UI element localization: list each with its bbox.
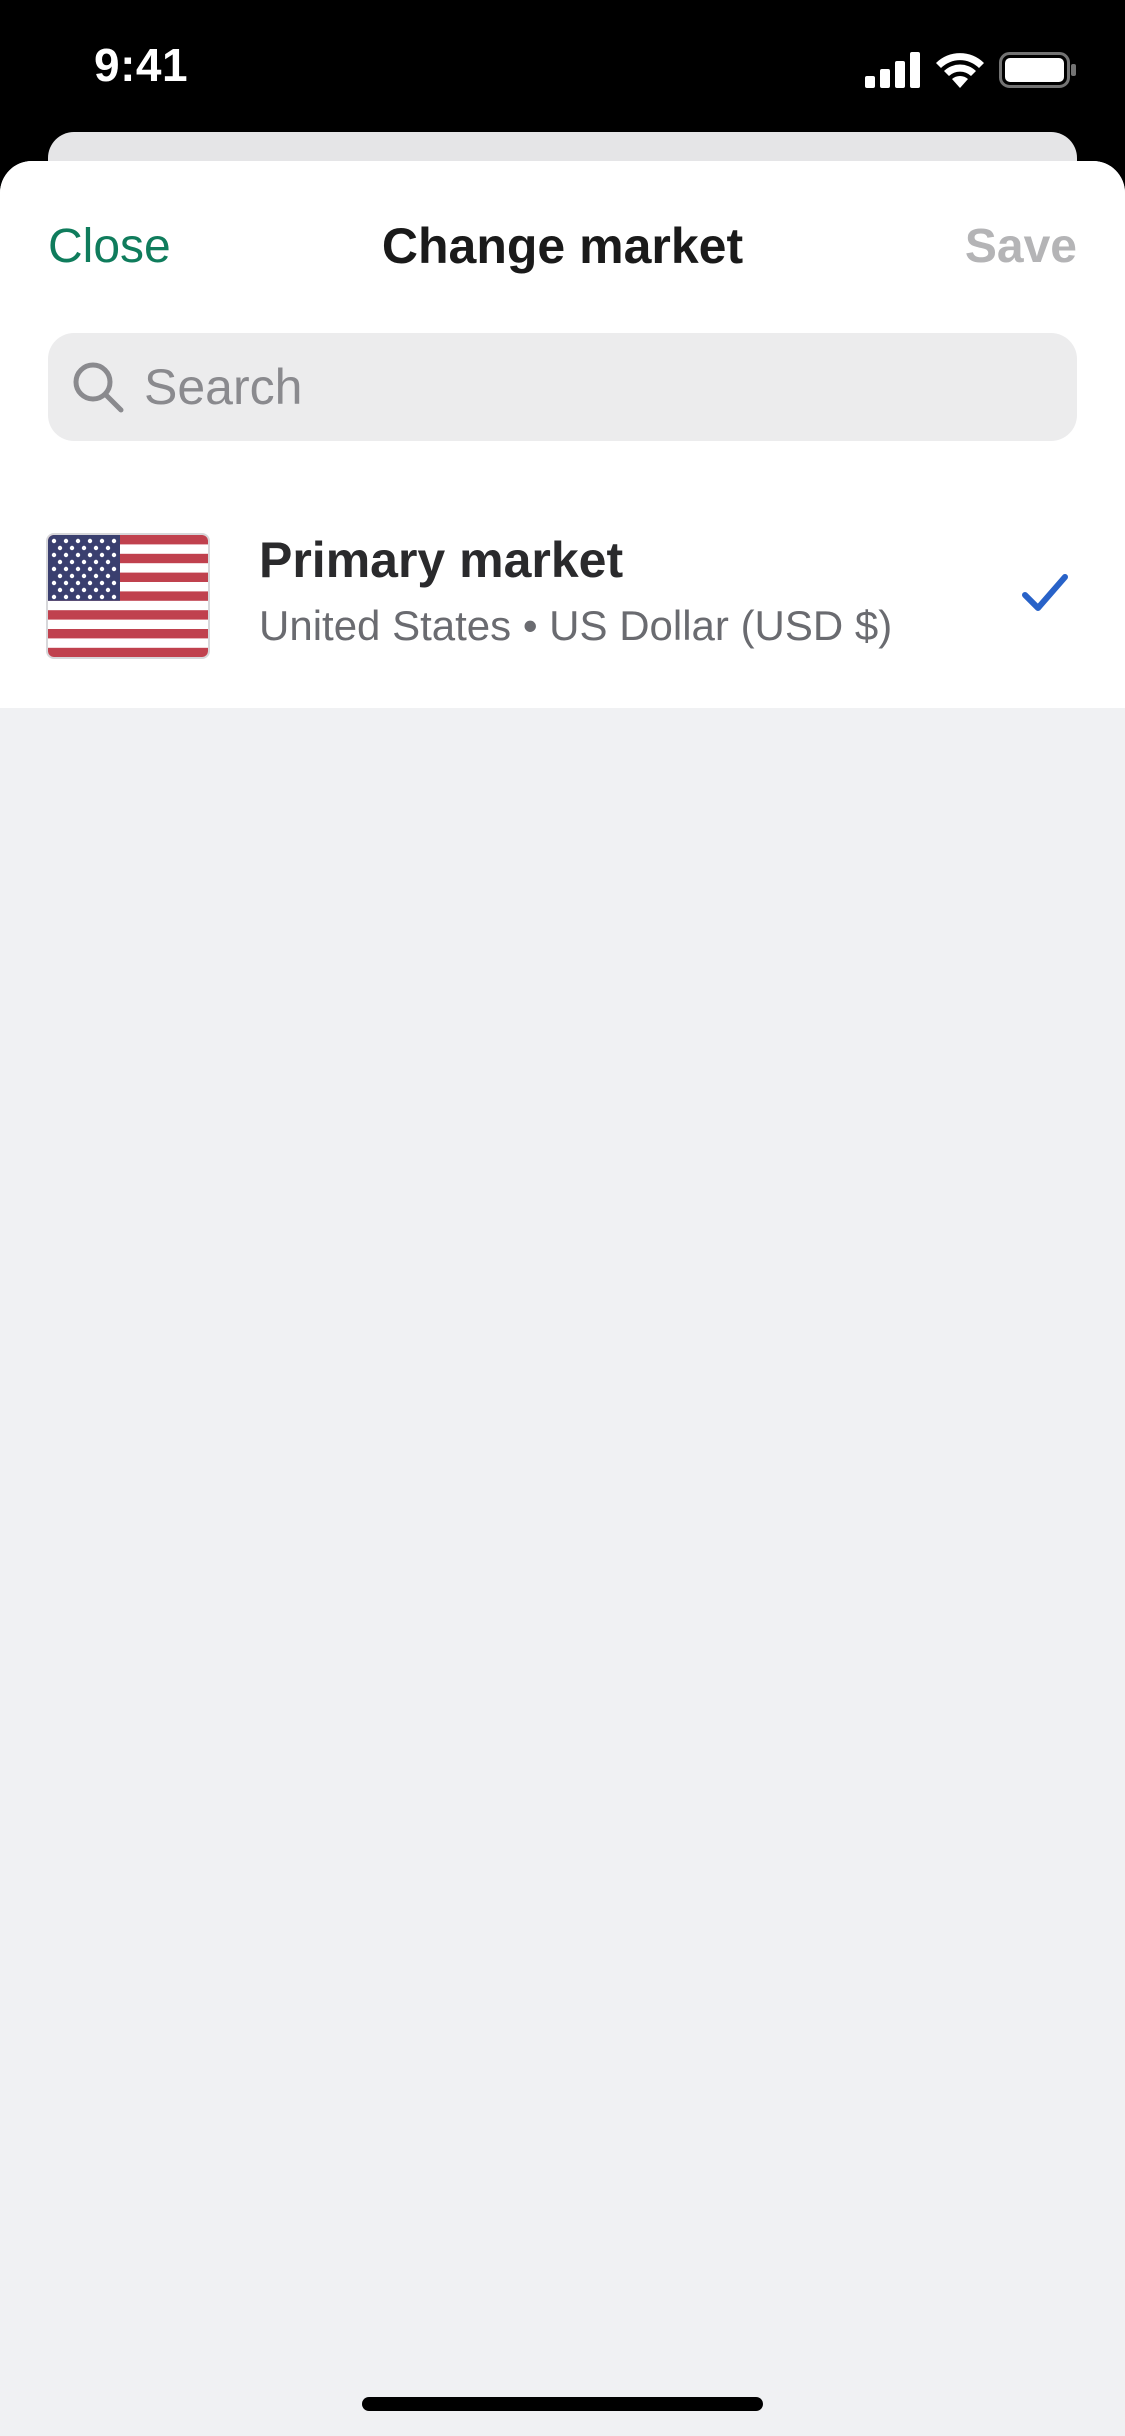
market-title: Primary market <box>259 532 624 588</box>
search-bar[interactable] <box>48 333 1077 441</box>
home-indicator[interactable] <box>362 2397 763 2411</box>
status-bar: 9:41 <box>0 0 1125 132</box>
search-input[interactable] <box>142 357 1046 417</box>
checkmark-icon <box>1022 574 1068 611</box>
save-button[interactable]: Save <box>965 219 1077 274</box>
page-title: Change market <box>381 218 744 274</box>
market-subtitle: United States • US Dollar (USD $) <box>259 602 893 649</box>
change-market-sheet: Close Change market Save Search Primary … <box>0 161 1125 2436</box>
status-time: 9:41 <box>94 39 189 91</box>
wifi-icon <box>936 53 984 88</box>
search-icon <box>70 359 126 415</box>
market-row-primary[interactable]: Primary market United States • US Dollar… <box>0 521 1125 701</box>
status-icons <box>865 48 1077 92</box>
us-flag-icon <box>48 535 208 657</box>
battery-icon <box>999 52 1076 88</box>
cellular-signal-icon <box>865 52 920 88</box>
